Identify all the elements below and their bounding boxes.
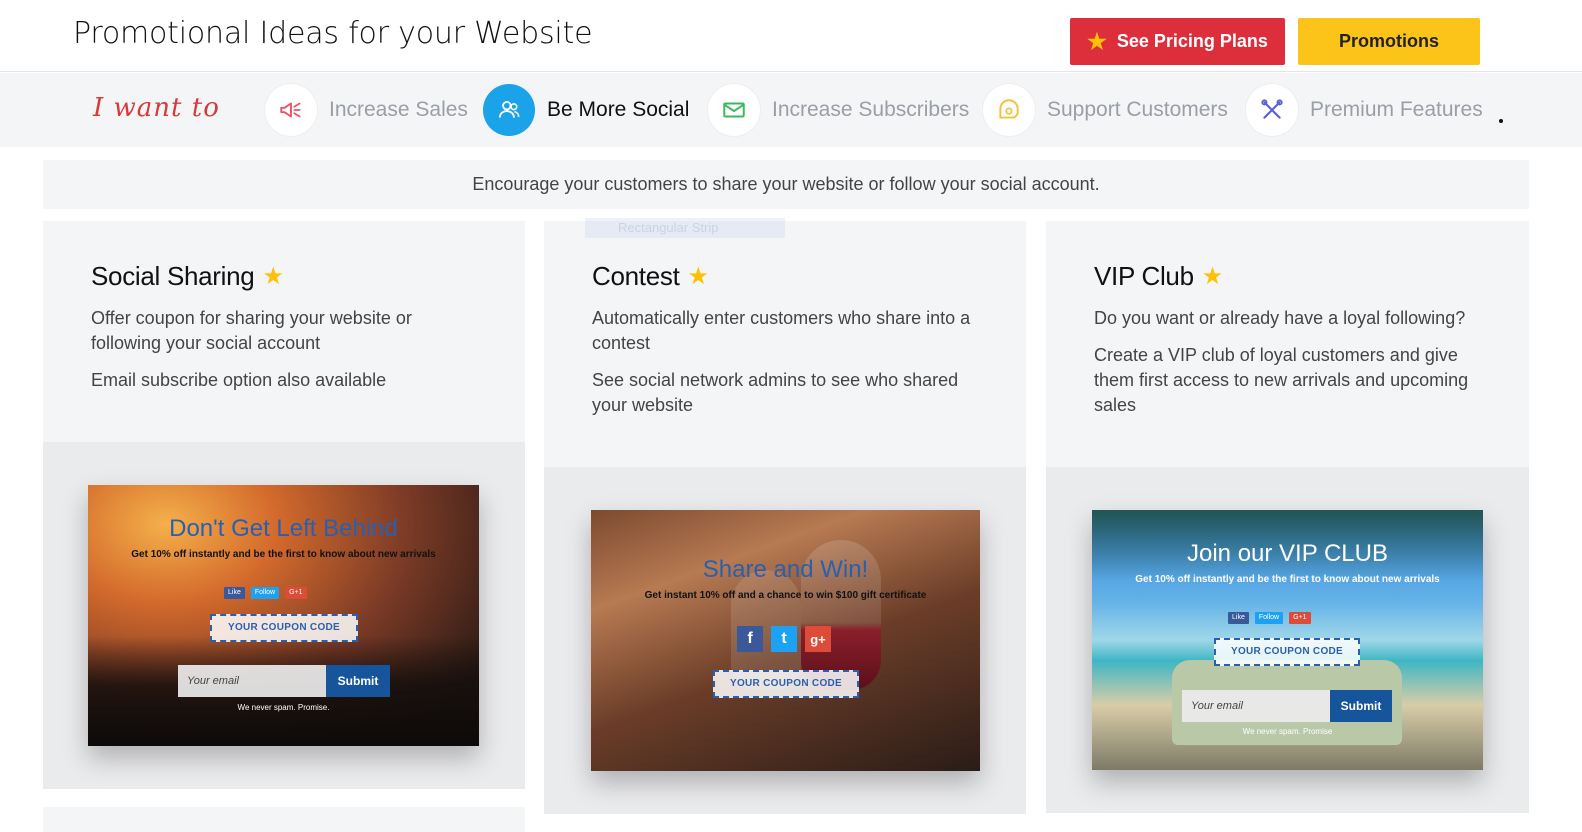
see-pricing-plans-button[interactable]: ★ See Pricing Plans <box>1070 18 1285 65</box>
google-plus-button: G+1 <box>285 587 307 599</box>
card-title-text: Social Sharing <box>91 261 255 291</box>
no-spam-note: We never spam. Promise. <box>237 703 330 712</box>
email-form: Your email Submit <box>1182 690 1392 722</box>
card-preview-area: Don't Get Left Behind Get 10% off instan… <box>43 442 525 789</box>
chat-bubble-icon <box>983 84 1035 136</box>
facebook-icon: f <box>737 626 763 652</box>
nav-item-be-more-social[interactable]: Be More Social <box>483 84 689 136</box>
nav-label-increase-subscribers: Increase Subscribers <box>772 98 970 121</box>
category-description-text: Encourage your customers to share your w… <box>472 174 1100 194</box>
card-description: Automatically enter customers who share … <box>592 308 971 353</box>
facebook-like-button: Like <box>1228 612 1249 624</box>
card-description: Create a VIP club of loyal customers and… <box>1094 345 1469 415</box>
coupon-code-box: YOUR COUPON CODE <box>210 614 358 642</box>
star-icon: ★ <box>687 263 710 290</box>
users-icon <box>483 84 535 136</box>
goal-nav: I want to Increase Sales Be More Social … <box>0 73 1582 147</box>
card-title-text: Contest <box>592 261 680 291</box>
twitter-icon: t <box>771 626 797 652</box>
social-buttons: Like Follow G+1 <box>1228 612 1311 624</box>
nav-dot <box>1499 119 1503 123</box>
nav-label-premium-features: Premium Features <box>1310 98 1483 121</box>
popup-preview-image: Join our VIP CLUB Get 10% off instantly … <box>1092 510 1483 770</box>
promotions-button[interactable]: Promotions <box>1298 18 1480 65</box>
social-share-icons: f t g+ <box>737 626 831 652</box>
twitter-follow-button: Follow <box>250 587 280 599</box>
email-field: Your email <box>178 665 326 697</box>
email-field: Your email <box>1182 690 1330 722</box>
card-description: Email subscribe option also available <box>91 370 387 390</box>
facebook-like-button: Like <box>224 587 245 599</box>
social-buttons: Like Follow G+1 <box>224 587 307 599</box>
next-card-peek <box>43 807 525 832</box>
top-header: Promotional Ideas for your Website ★ See… <box>0 0 1582 72</box>
card-description: See social network admins to see who sha… <box>592 370 959 415</box>
nav-item-increase-sales[interactable]: Increase Sales <box>265 84 468 136</box>
star-icon: ★ <box>1087 28 1107 54</box>
nav-item-increase-subscribers[interactable]: Increase Subscribers <box>708 84 969 136</box>
i-want-to-label: I want to <box>93 93 220 123</box>
card-preview-area: Share and Win! Get instant 10% off and a… <box>544 467 1026 814</box>
coupon-code-box: YOUR COUPON CODE <box>1214 638 1360 666</box>
popup-title: Join our VIP CLUB <box>1187 540 1388 567</box>
submit-button: Submit <box>326 665 390 697</box>
ghost-label: Rectangular Strip <box>585 218 785 238</box>
star-icon: ★ <box>262 263 284 290</box>
submit-button: Submit <box>1330 690 1392 722</box>
page-title: Promotional Ideas for your Website <box>73 16 593 51</box>
nav-label-increase-sales: Increase Sales <box>329 98 468 121</box>
card-preview-area: Join our VIP CLUB Get 10% off instantly … <box>1046 467 1529 813</box>
google-plus-icon: g+ <box>805 626 831 652</box>
megaphone-icon <box>265 84 317 136</box>
popup-preview-image: Don't Get Left Behind Get 10% off instan… <box>88 485 479 746</box>
no-spam-note: We never spam. Promise <box>1242 727 1333 736</box>
card-title: VIP Club ★ <box>1094 261 1481 292</box>
card-title: Social Sharing ★ <box>91 261 477 292</box>
promo-card-contest[interactable]: Contest ★ Automatically enter customers … <box>544 221 1026 814</box>
popup-subtitle: Get 10% off instantly and be the first t… <box>131 549 436 560</box>
twitter-follow-button: Follow <box>1254 612 1284 624</box>
nav-label-be-more-social: Be More Social <box>547 98 690 121</box>
google-plus-button: G+1 <box>1289 612 1311 624</box>
card-description: Do you want or already have a loyal foll… <box>1094 308 1466 328</box>
promo-card-social-sharing[interactable]: Social Sharing ★ Offer coupon for sharin… <box>43 221 525 789</box>
popup-subtitle: Get 10% off instantly and be the first t… <box>1135 574 1440 585</box>
promo-card-vip-club[interactable]: VIP Club ★ Do you want or already have a… <box>1046 221 1529 813</box>
card-title: Contest ★ <box>592 261 978 292</box>
see-pricing-plans-label: See Pricing Plans <box>1116 31 1268 51</box>
nav-label-support-customers: Support Customers <box>1047 98 1228 121</box>
nav-item-premium-features[interactable]: Premium Features <box>1246 84 1483 136</box>
popup-subtitle: Get instant 10% off and a chance to win … <box>644 590 927 601</box>
star-icon: ★ <box>1201 263 1224 290</box>
category-description: Encourage your customers to share your w… <box>43 160 1529 209</box>
email-form: Your email Submit <box>178 665 390 697</box>
popup-title: Share and Win! <box>702 556 869 583</box>
nav-item-support-customers[interactable]: Support Customers <box>983 84 1228 136</box>
popup-preview-image: Share and Win! Get instant 10% off and a… <box>591 510 980 771</box>
coupon-code-box: YOUR COUPON CODE <box>713 670 859 698</box>
tools-icon <box>1246 84 1298 136</box>
card-title-text: VIP Club <box>1094 261 1194 291</box>
envelope-icon <box>708 84 760 136</box>
popup-title: Don't Get Left Behind <box>169 515 398 542</box>
card-description: Offer coupon for sharing your website or… <box>91 308 412 353</box>
